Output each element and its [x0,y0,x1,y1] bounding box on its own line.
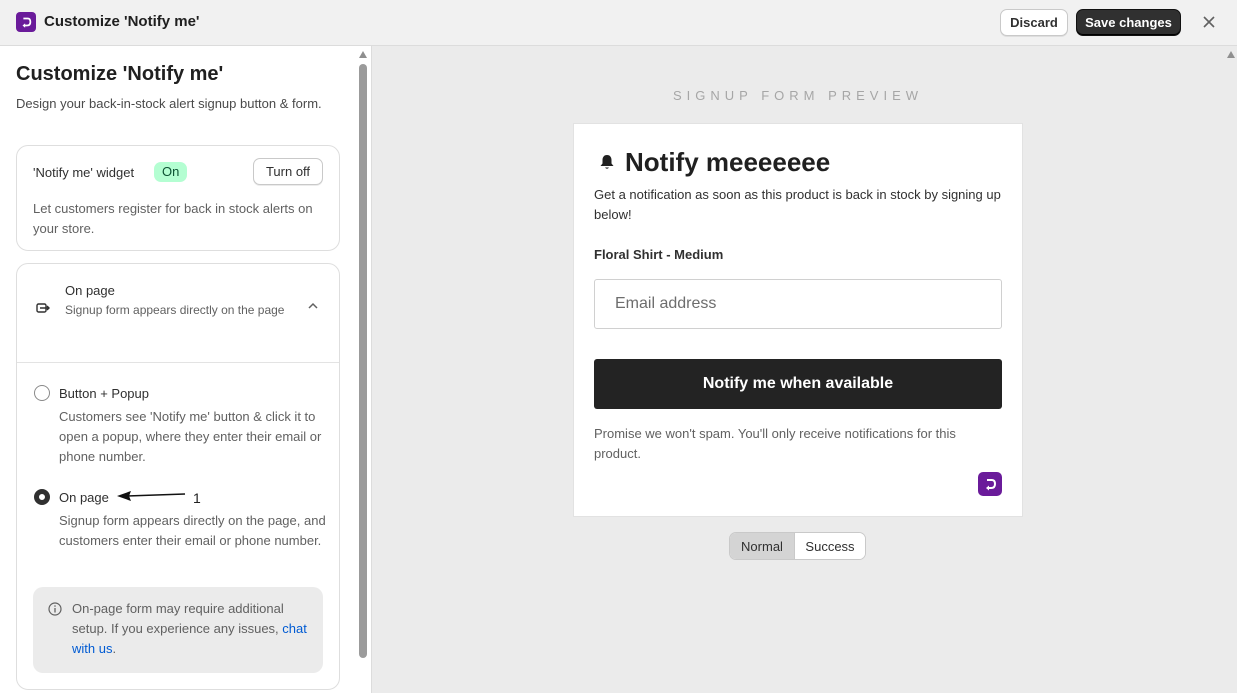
placement-title: On page [65,283,115,298]
widget-label: 'Notify me' widget [33,165,135,180]
option-label-button-popup[interactable]: Button + Popup [59,386,149,401]
sidebar-title: Customize 'Notify me' [16,63,224,85]
widget-card: 'Notify me' widget On Turn off Let custo… [16,145,340,251]
preview-scroll-up-arrow[interactable] [1227,51,1235,58]
window-title: Customize 'Notify me' [44,13,200,30]
status-badge: On [154,162,188,182]
info-text: On-page form may require additional setu… [72,601,307,656]
form-title: Notify meeeeeee [625,147,831,177]
top-bar: Customize 'Notify me' Discard Save chang… [0,0,1237,46]
toggle-normal[interactable]: Normal [730,533,795,559]
bell-icon [600,155,614,169]
placement-icon [36,303,50,313]
turn-off-button[interactable]: Turn off [253,158,323,185]
option-label-on-page[interactable]: On page [59,490,109,505]
widget-description: Let customers register for back in stock… [33,201,313,236]
save-changes-button[interactable]: Save changes [1076,9,1181,36]
placement-header[interactable]: On page Signup form appears directly on … [17,264,339,363]
spam-note: Promise we won't spam. You'll only recei… [594,426,956,461]
chevron-up-icon[interactable] [306,299,320,313]
discard-button[interactable]: Discard [1000,9,1068,36]
brand-badge-icon[interactable] [978,472,1002,496]
email-field[interactable] [594,279,1002,329]
preview-heading: SIGNUP FORM PREVIEW [672,88,924,103]
option-description-on-page: Signup form appears directly on the page… [59,513,326,548]
placement-card: On page Signup form appears directly on … [16,263,340,690]
radio-on-page[interactable] [34,489,50,505]
product-name: Floral Shirt - Medium [594,247,724,262]
form-description: Get a notification as soon as this produ… [594,187,1001,222]
radio-button-popup[interactable] [34,385,50,401]
settings-sidebar: Customize 'Notify me' Design your back-i… [0,46,372,693]
sidebar-scrollbar-thumb[interactable] [359,64,367,658]
preview-state-toggle: Normal Success [729,532,866,560]
signup-form-preview: Notify meeeeeee Get a notification as so… [573,123,1023,517]
scroll-up-arrow[interactable] [359,51,367,58]
annotation-number: 1 [193,490,201,506]
option-description-button-popup: Customers see 'Notify me' button & click… [59,409,322,464]
notify-me-button[interactable]: Notify me when available [594,359,1002,409]
placement-subtitle: Signup form appears directly on the page [65,303,285,317]
sidebar-description: Design your back-in-stock alert signup b… [16,96,322,111]
toggle-success[interactable]: Success [795,533,865,559]
info-banner: On-page form may require additional setu… [33,587,323,673]
annotation-arrow [117,491,186,501]
info-icon [48,602,62,616]
close-icon[interactable] [1199,12,1219,32]
app-logo-icon [16,12,36,32]
